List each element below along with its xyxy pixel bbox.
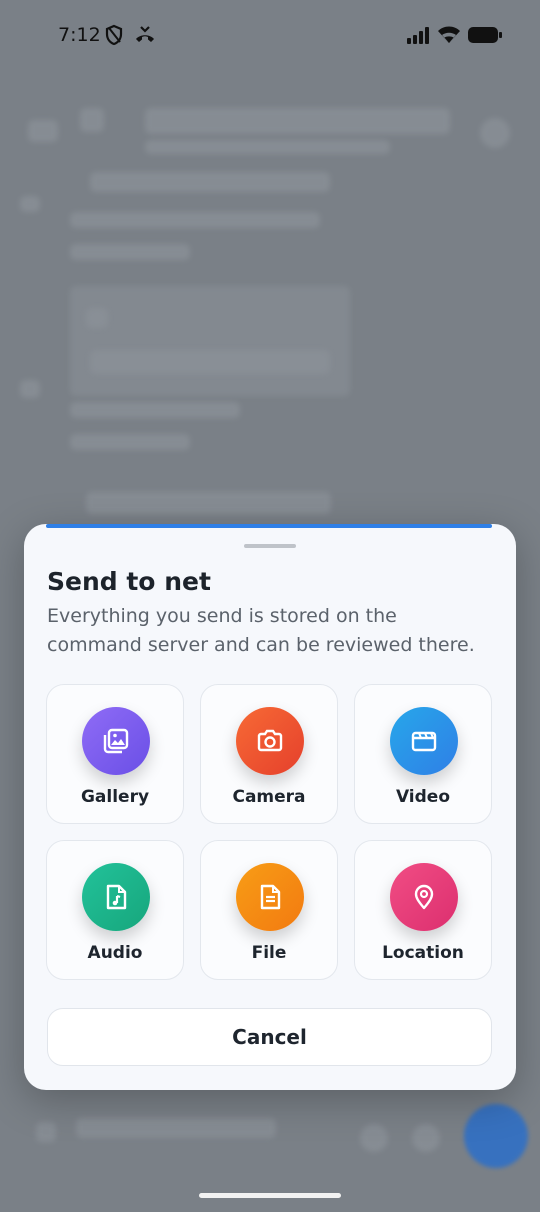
cancel-button[interactable]: Cancel <box>47 1008 492 1066</box>
battery-icon <box>467 26 503 49</box>
video-icon <box>390 707 458 775</box>
location-label: Location <box>382 943 464 963</box>
call-end-icon <box>134 24 156 51</box>
status-bar: 7:12 <box>0 0 540 70</box>
location-option[interactable]: Location <box>354 840 492 980</box>
video-option[interactable]: Video <box>354 684 492 824</box>
drag-handle[interactable] <box>244 544 296 548</box>
file-option[interactable]: File <box>200 840 338 980</box>
sheet-subtitle: Everything you send is stored on the com… <box>47 605 475 656</box>
video-label: Video <box>395 787 451 807</box>
gallery-icon <box>82 707 150 775</box>
gallery-option[interactable]: Gallery <box>46 684 184 824</box>
send-bottom-sheet: Send to net Everything you send is store… <box>24 524 516 1090</box>
file-label: File <box>251 943 287 963</box>
audio-icon <box>82 863 150 931</box>
file-icon <box>236 863 304 931</box>
audio-option[interactable]: Audio <box>46 840 184 980</box>
camera-label: Camera <box>232 787 306 807</box>
shield-icon <box>104 24 124 51</box>
status-time: 7:12 <box>58 24 101 46</box>
camera-option[interactable]: Camera <box>200 684 338 824</box>
sheet-title: Send to net <box>47 567 211 596</box>
location-icon <box>390 863 458 931</box>
sheet-accent-bar <box>46 524 492 528</box>
signal-icon <box>406 26 432 49</box>
compose-fab-blurred <box>464 1104 528 1168</box>
audio-label: Audio <box>87 943 143 963</box>
wifi-icon <box>437 25 461 50</box>
camera-icon <box>236 707 304 775</box>
home-indicator[interactable] <box>199 1193 341 1198</box>
gallery-label: Gallery <box>80 787 150 807</box>
